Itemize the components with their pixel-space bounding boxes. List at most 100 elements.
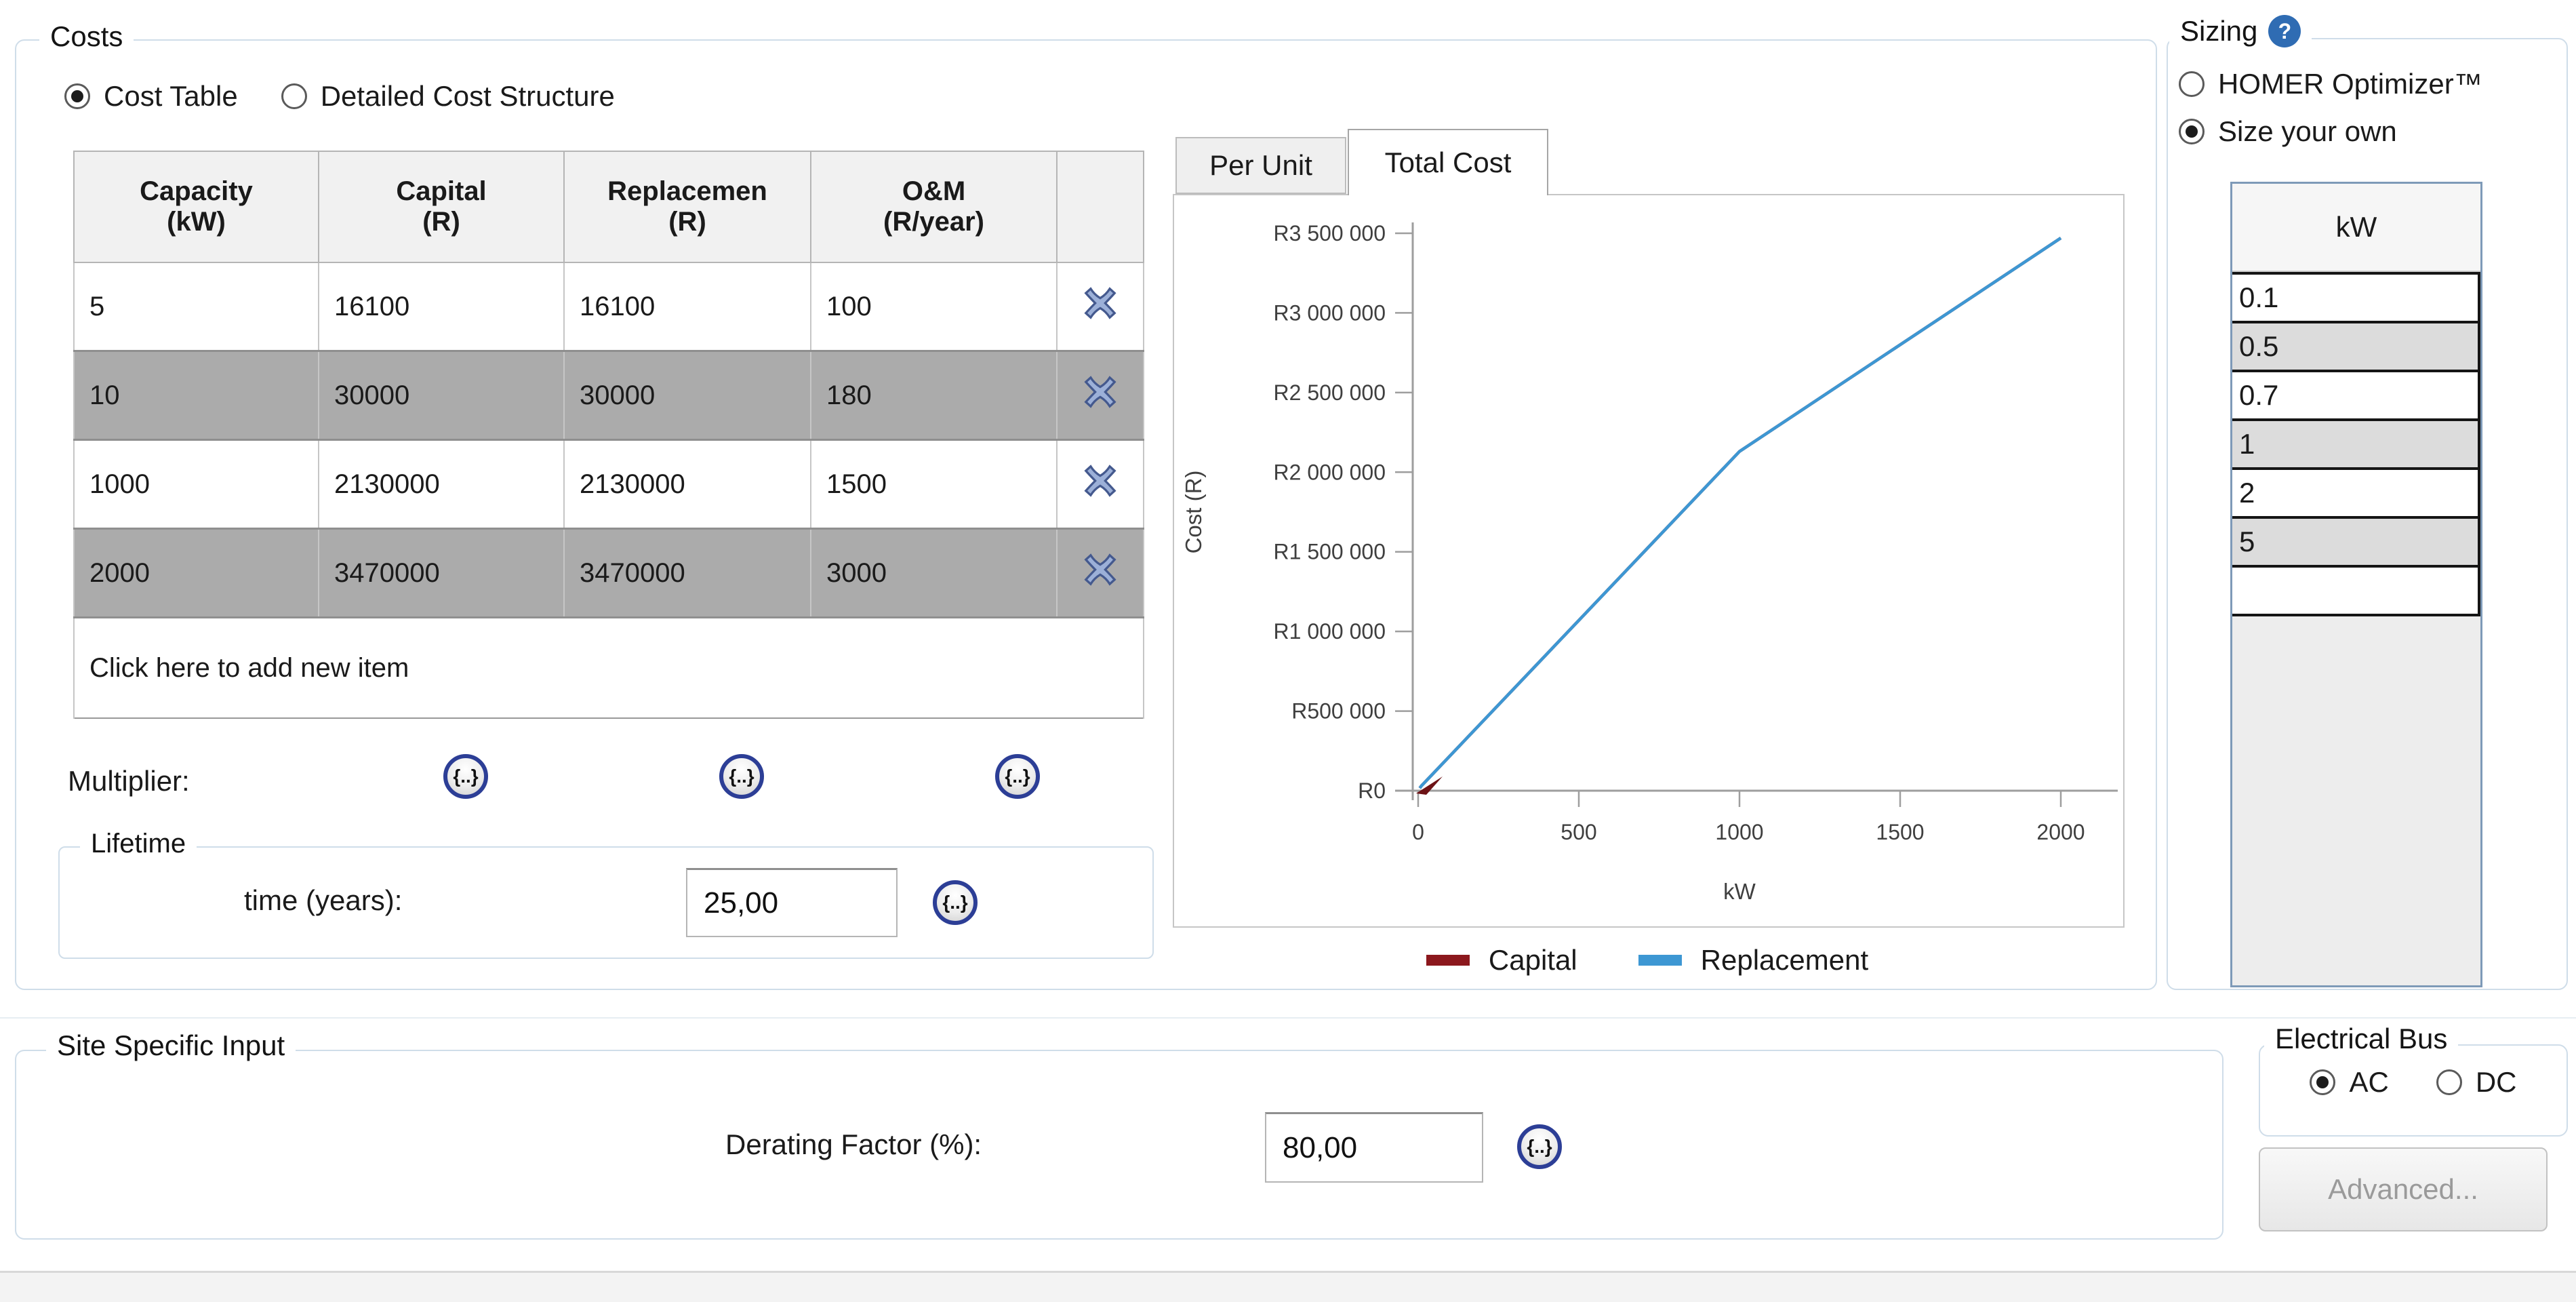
size-table-row[interactable]: 0.5 — [2232, 323, 2478, 372]
x-delete-icon — [1083, 374, 1118, 410]
homer-optimizer-radio[interactable]: HOMER Optimizer™ — [2179, 68, 2482, 100]
cost-table: Capacity(kW)Capital(R)Replacemen(R)O&M(R… — [73, 151, 1144, 719]
cost-table-column-header: Capital(R) — [319, 151, 564, 262]
expr-label: {..} — [1527, 1136, 1552, 1158]
x-delete-icon — [1083, 552, 1118, 587]
cost-table-cell[interactable]: 3470000 — [319, 529, 564, 618]
lifetime-input[interactable] — [686, 868, 898, 937]
radio-unselected-icon — [281, 83, 307, 109]
delete-row-button[interactable] — [1057, 440, 1144, 529]
svg-text:2000: 2000 — [2036, 820, 2085, 844]
site-specific-groupbox: Site Specific Input — [15, 1050, 2223, 1240]
cost-table-cell[interactable]: 30000 — [564, 351, 811, 440]
ac-radio[interactable]: AC — [2310, 1066, 2388, 1099]
cost-table-cell[interactable]: 3000 — [811, 529, 1057, 618]
svg-text:R3 000 000: R3 000 000 — [1274, 300, 1386, 325]
cost-table-cell[interactable]: 2130000 — [564, 440, 811, 529]
electrical-bus-groupbox: Electrical Bus AC DC — [2259, 1044, 2568, 1137]
dc-radio-label: DC — [2476, 1066, 2517, 1099]
cost-table-cell[interactable]: 3470000 — [564, 529, 811, 618]
svg-text:kW: kW — [1723, 879, 1756, 904]
lifetime-expression-button[interactable]: {..} — [933, 880, 978, 925]
size-table-row[interactable]: 5 — [2232, 519, 2478, 568]
expr-label: {..} — [729, 766, 754, 787]
costs-group-label-text: Costs — [50, 20, 123, 53]
size-table-row[interactable]: 2 — [2232, 470, 2478, 519]
ac-radio-label: AC — [2349, 1066, 2388, 1099]
svg-text:1000: 1000 — [1715, 820, 1763, 844]
svg-text:R500 000: R500 000 — [1291, 699, 1386, 724]
size-your-own-radio-label: Size your own — [2218, 115, 2397, 148]
cost-table-cell[interactable]: 180 — [811, 351, 1057, 440]
x-delete-icon — [1083, 285, 1118, 321]
cost-table-cell[interactable]: 2130000 — [319, 440, 564, 529]
radio-unselected-icon — [2179, 71, 2205, 97]
chart-legend: Capital Replacement — [1173, 940, 2122, 981]
capital-multiplier-expression-button[interactable]: {..} — [443, 754, 488, 799]
tab-total-cost-label: Total Cost — [1385, 146, 1512, 179]
cost-table-cell[interactable]: 16100 — [564, 262, 811, 351]
homer-optimizer-radio-label: HOMER Optimizer™ — [2218, 68, 2482, 100]
delete-row-button[interactable] — [1057, 529, 1144, 618]
cost-table-cell[interactable]: 30000 — [319, 351, 564, 440]
size-table-row[interactable]: 1 — [2232, 421, 2478, 470]
advanced-button[interactable]: Advanced... — [2259, 1147, 2548, 1231]
x-delete-icon — [1083, 463, 1118, 498]
delete-row-button[interactable] — [1057, 262, 1144, 351]
electrical-bus-radio-group: AC DC — [2260, 1066, 2567, 1099]
legend-item-capital: Capital — [1426, 944, 1577, 976]
cost-table-cell[interactable]: 16100 — [319, 262, 564, 351]
expr-label: {..} — [453, 766, 478, 787]
cost-table-actions-header — [1057, 151, 1144, 262]
sizing-group-label-text: Sizing — [2180, 15, 2257, 47]
radio-unselected-icon — [2436, 1069, 2462, 1095]
help-icon[interactable]: ? — [2268, 15, 2301, 47]
svg-text:500: 500 — [1561, 820, 1596, 844]
cost-table-cell[interactable]: 1500 — [811, 440, 1057, 529]
replacement-legend-swatch — [1638, 955, 1682, 966]
cost-table-cell[interactable]: 10 — [74, 351, 319, 440]
electrical-bus-group-label-text: Electrical Bus — [2275, 1023, 2447, 1055]
size-table-row[interactable]: 0.1 — [2232, 275, 2478, 323]
radio-selected-icon — [2179, 119, 2205, 144]
svg-text:R0: R0 — [1358, 778, 1386, 803]
svg-text:R3 500 000: R3 500 000 — [1274, 221, 1386, 245]
cost-table-row: 51610016100100 — [74, 262, 1144, 351]
size-your-own-radio[interactable]: Size your own — [2179, 115, 2482, 148]
radio-selected-icon — [2310, 1069, 2335, 1095]
size-table-row[interactable]: 0.7 — [2232, 372, 2478, 421]
replacement-legend-label: Replacement — [1701, 944, 1868, 976]
size-your-own-table: kW 0.10.50.7125 — [2230, 182, 2482, 987]
cost-mode-radio-group: Cost Table Detailed Cost Structure — [64, 80, 615, 113]
lifetime-group-label-text: Lifetime — [91, 829, 186, 859]
size-table-row[interactable] — [2232, 568, 2478, 616]
legend-item-replacement: Replacement — [1638, 944, 1868, 976]
cost-table-cell[interactable]: 100 — [811, 262, 1057, 351]
cost-table-cell[interactable]: 1000 — [74, 440, 319, 529]
add-new-item-label[interactable]: Click here to add new item — [74, 618, 1144, 719]
lifetime-field-label: time (years): — [244, 884, 402, 917]
cost-table-cell[interactable]: 5 — [74, 262, 319, 351]
derating-factor-input[interactable] — [1265, 1112, 1483, 1183]
tab-total-cost[interactable]: Total Cost — [1348, 129, 1548, 195]
detailed-cost-structure-radio[interactable]: Detailed Cost Structure — [281, 80, 615, 113]
cost-table-cell[interactable]: 2000 — [74, 529, 319, 618]
sizing-group-label: Sizing ? — [2169, 15, 2312, 47]
delete-row-button[interactable] — [1057, 351, 1144, 440]
replacement-multiplier-expression-button[interactable]: {..} — [719, 754, 764, 799]
expr-label: {..} — [1005, 766, 1030, 787]
derating-factor-label: Derating Factor (%): — [725, 1128, 982, 1161]
om-multiplier-expression-button[interactable]: {..} — [995, 754, 1040, 799]
derating-expression-button[interactable]: {..} — [1517, 1124, 1562, 1169]
svg-text:0: 0 — [1412, 820, 1424, 844]
electrical-bus-group-label: Electrical Bus — [2264, 1023, 2458, 1055]
detailed-cost-radio-label: Detailed Cost Structure — [321, 80, 615, 113]
tab-per-unit[interactable]: Per Unit — [1175, 137, 1346, 194]
add-new-item-row[interactable]: Click here to add new item — [74, 618, 1144, 719]
svg-text:R1 000 000: R1 000 000 — [1274, 619, 1386, 644]
cost-table-radio[interactable]: Cost Table — [64, 80, 238, 113]
dc-radio[interactable]: DC — [2436, 1066, 2517, 1099]
cost-table-header: Capacity(kW)Capital(R)Replacemen(R)O&M(R… — [74, 151, 1144, 262]
cost-table-row: 103000030000180 — [74, 351, 1144, 440]
bottom-strip — [0, 1271, 2576, 1302]
